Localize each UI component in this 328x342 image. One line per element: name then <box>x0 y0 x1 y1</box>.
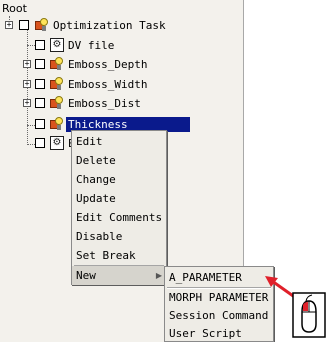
submenu-item-user-script[interactable]: User Script <box>165 324 273 342</box>
gear-icon: ⚙ <box>50 38 64 52</box>
mouse-icon <box>292 292 326 338</box>
node-checkbox[interactable] <box>35 119 45 129</box>
task-icon <box>50 57 64 71</box>
node-checkbox[interactable] <box>35 40 45 50</box>
submenu-arrow-icon: ▶ <box>155 271 162 280</box>
task-icon <box>50 77 64 91</box>
node-checkbox[interactable] <box>35 138 45 148</box>
tree-node-label[interactable]: Emboss_Depth <box>66 57 149 72</box>
tree-node-label[interactable]: Emboss_Width <box>66 77 149 92</box>
new-submenu: A_PARAMETER MORPH PARAMETER Session Comm… <box>164 266 274 342</box>
node-checkbox[interactable] <box>35 59 45 69</box>
node-checkbox[interactable] <box>35 79 45 89</box>
tree-node-label[interactable]: Optimization Task <box>51 18 168 33</box>
node-checkbox[interactable] <box>35 98 45 108</box>
task-icon <box>35 18 49 32</box>
tree-node-label[interactable]: Emboss_Dist <box>66 96 143 111</box>
node-checkbox[interactable] <box>19 20 29 30</box>
tree-root-label: Root <box>2 2 27 15</box>
tree-connector <box>27 45 35 46</box>
task-icon <box>50 96 64 110</box>
submenu-item-morph-parameter[interactable]: MORPH PARAMETER <box>165 288 273 307</box>
menu-item-delete[interactable]: Delete <box>72 151 166 170</box>
tree-connector <box>27 144 35 145</box>
expand-icon[interactable]: + <box>23 99 31 107</box>
tree-connector <box>27 125 35 126</box>
menu-item-disable[interactable]: Disable <box>72 227 166 246</box>
gear-icon: ⚙ <box>50 136 64 150</box>
menu-item-update[interactable]: Update <box>72 189 166 208</box>
expand-icon[interactable]: + <box>23 80 31 88</box>
expand-icon[interactable]: + <box>5 21 13 29</box>
task-icon <box>50 117 64 131</box>
submenu-item-session-command[interactable]: Session Command <box>165 306 273 325</box>
context-menu: Edit Delete Change Update Edit Comments … <box>71 130 167 285</box>
menu-item-set-break[interactable]: Set Break <box>72 246 166 265</box>
submenu-item-a-parameter[interactable]: A_PARAMETER <box>165 268 273 287</box>
menu-item-new[interactable]: New ▶ <box>72 266 166 285</box>
menu-item-edit-comments[interactable]: Edit Comments <box>72 208 166 227</box>
expand-icon[interactable]: + <box>23 60 31 68</box>
tree-node-label[interactable]: DV file <box>66 38 116 53</box>
menu-item-change[interactable]: Change <box>72 170 166 189</box>
menu-item-edit[interactable]: Edit <box>72 132 166 151</box>
menu-item-new-label: New <box>76 269 96 282</box>
